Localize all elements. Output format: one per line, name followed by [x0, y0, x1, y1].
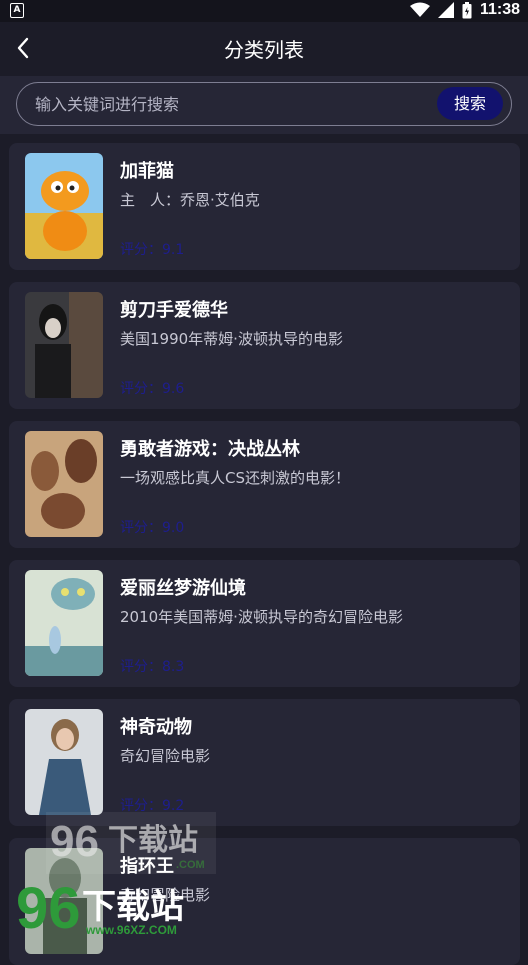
watermark-logo: 96 下载站 .COM: [46, 812, 216, 874]
movie-poster: [25, 292, 103, 398]
movie-title: 神奇动物: [120, 717, 192, 738]
watermark-url: www.96XZ.COM: [85, 923, 177, 936]
movie-title: 勇敢者游戏：决战丛林: [120, 439, 300, 460]
wifi-icon: [409, 2, 430, 17]
search-input[interactable]: [33, 83, 417, 126]
movie-card[interactable]: 剪刀手爱德华 美国1990年蒂姆·波顿执导的电影 评分：9.6: [9, 282, 520, 409]
movie-poster: [25, 431, 103, 537]
movie-score: 评分：8.3: [120, 659, 185, 675]
header-bar: 分类列表: [0, 22, 528, 76]
movie-poster: [25, 153, 103, 259]
movie-poster: [25, 709, 103, 815]
movie-score: 评分：9.6: [120, 381, 185, 397]
movie-description: 主 人：乔恩·艾伯克: [120, 191, 260, 209]
notification-icon: A: [10, 3, 24, 18]
signal-icon: [437, 2, 454, 18]
movie-score: 评分：9.1: [120, 242, 185, 258]
movie-title: 加菲猫: [120, 161, 174, 182]
watermark-text-bottom: 下载站: [82, 887, 184, 927]
movie-description: 2010年美国蒂姆·波顿执导的奇幻冒险电影: [120, 608, 403, 626]
search-button[interactable]: 搜索: [437, 87, 503, 120]
movie-poster: [25, 570, 103, 676]
movie-description: 一场观感比真人CS还刺激的电影！: [120, 469, 350, 487]
search-box: 搜索: [16, 82, 512, 126]
movie-title: 爱丽丝梦游仙境: [120, 578, 246, 599]
movie-title: 剪刀手爱德华: [120, 300, 228, 321]
movie-score: 评分：9.0: [120, 520, 185, 536]
movie-description: 奇幻冒险电影: [120, 747, 211, 765]
battery-icon: [462, 1, 472, 18]
movie-description: 美国1990年蒂姆·波顿执导的电影: [120, 330, 343, 348]
clock: 11:38: [479, 1, 520, 18]
movie-card[interactable]: 神奇动物 奇幻冒险电影 评分：9.2: [9, 699, 520, 826]
search-bar: 搜索: [0, 76, 528, 134]
watermark-logo-bottom: 96 下载站 www.96XZ.COM: [16, 876, 184, 936]
watermark-domain: .COM: [176, 859, 205, 871]
status-bar: A 11:38: [0, 0, 528, 22]
watermark-number: 96: [50, 817, 99, 866]
page-title: 分类列表: [224, 38, 304, 62]
movie-card[interactable]: 勇敢者游戏：决战丛林 一场观感比真人CS还刺激的电影！ 评分：9.0: [9, 421, 520, 548]
movie-card[interactable]: 爱丽丝梦游仙境 2010年美国蒂姆·波顿执导的奇幻冒险电影 评分：8.3: [9, 560, 520, 687]
watermark-text: 下载站: [108, 823, 198, 858]
watermark-number-bottom: 96: [16, 876, 81, 936]
movie-card[interactable]: 加菲猫 主 人：乔恩·艾伯克 评分：9.1: [9, 143, 520, 270]
